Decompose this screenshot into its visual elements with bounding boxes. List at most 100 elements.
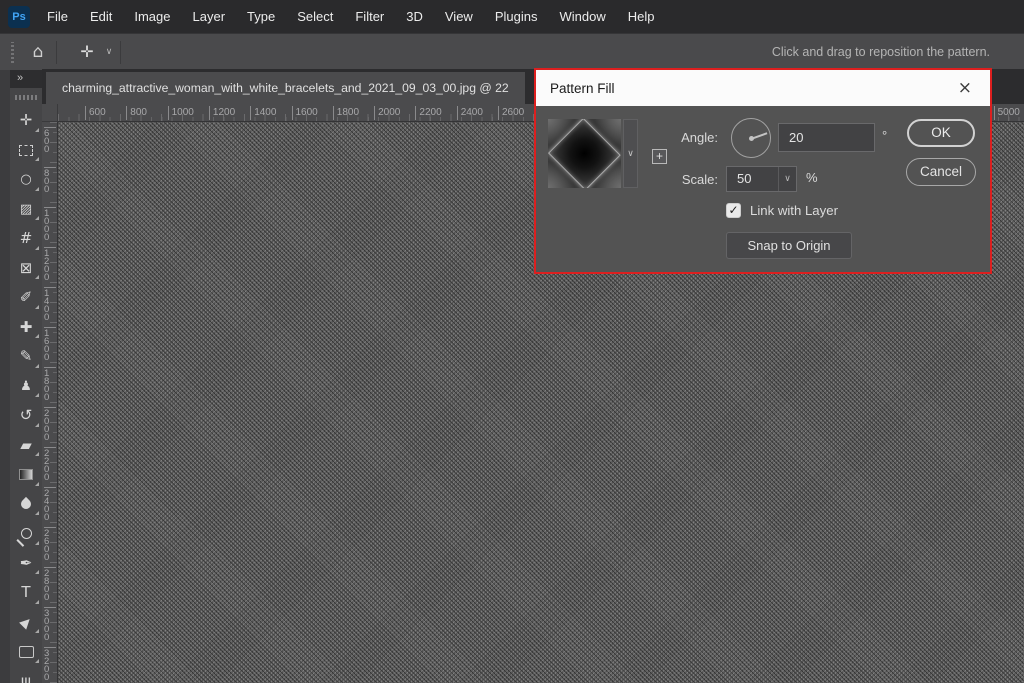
menu-item-file[interactable]: File <box>36 0 79 33</box>
menu-item-select[interactable]: Select <box>286 0 344 33</box>
spot-healing-brush-tool[interactable]: ✚ <box>10 313 42 343</box>
separator <box>56 41 57 64</box>
status-hint-text: Click and drag to reposition the pattern… <box>772 34 990 71</box>
path-selection-tool[interactable]: ▶ <box>10 608 42 638</box>
ruler-label: 1000 <box>168 106 194 120</box>
percent-unit: % <box>806 170 818 185</box>
menu-item-type[interactable]: Type <box>236 0 286 33</box>
tools-panel-header[interactable]: » <box>10 70 42 88</box>
clone-stamp-tool[interactable]: ♟ <box>10 372 42 402</box>
pattern-preview-diamond <box>548 119 620 188</box>
ruler-label: 3 2 0 0 <box>44 647 56 682</box>
ruler-label: 1600 <box>292 106 318 120</box>
history-brush-tool[interactable]: ↺ <box>10 401 42 431</box>
rectangle-tool-icon <box>19 646 34 658</box>
hand-tool[interactable]: ψ <box>10 667 42 683</box>
menu-items: FileEditImageLayerTypeSelectFilter3DView… <box>36 0 665 33</box>
home-icon[interactable]: ⌂ <box>26 34 50 70</box>
ruler-label: 2 4 0 0 <box>44 487 56 522</box>
link-with-layer-checkbox[interactable]: ✓ <box>726 203 741 218</box>
move-tool-icon[interactable]: ✛ <box>74 34 100 70</box>
ruler-label: 2 8 0 0 <box>44 567 56 602</box>
menu-item-layer[interactable]: Layer <box>182 0 237 33</box>
menu-item-3d[interactable]: 3D <box>395 0 434 33</box>
menu-item-edit[interactable]: Edit <box>79 0 123 33</box>
lasso-tool[interactable]: ○ <box>10 165 42 195</box>
type-tool-icon: T <box>21 585 30 600</box>
dialog-title-bar[interactable]: Pattern Fill × <box>536 70 990 106</box>
separator <box>120 41 121 64</box>
angle-dial-needle[interactable] <box>751 132 767 139</box>
degree-unit: ° <box>882 128 887 143</box>
scale-input[interactable]: 50 ∨ <box>726 166 797 192</box>
ruler-label: 1 4 0 0 <box>44 287 56 322</box>
new-pattern-button[interactable]: + <box>652 149 667 164</box>
close-icon[interactable]: × <box>954 78 976 99</box>
document-tab[interactable]: charming_attractive_woman_with_white_bra… <box>46 72 525 104</box>
ruler-label: 2 6 0 0 <box>44 527 56 562</box>
object-selection-tool-icon: ▨ <box>20 203 32 216</box>
photoshop-logo-icon: Ps <box>8 6 30 28</box>
hand-tool-icon: ψ <box>21 674 31 683</box>
ruler-label: 2400 <box>457 106 483 120</box>
move-tool[interactable]: ✛ <box>10 106 42 136</box>
object-selection-tool[interactable]: ▨ <box>10 195 42 225</box>
tool-preset-chevron-icon[interactable]: ∨ <box>101 34 117 70</box>
ruler-label: 2000 <box>374 106 400 120</box>
cancel-button[interactable]: Cancel <box>906 158 976 186</box>
menu-item-help[interactable]: Help <box>617 0 666 33</box>
rectangle-tool[interactable] <box>10 637 42 667</box>
tools-panel: ✛ ○ ▨ # ⊠ ✐ ✚ ✎♟ ↺ ▰ ✒ T ▶ ψ <box>10 88 42 683</box>
crop-tool[interactable]: # <box>10 224 42 254</box>
history-brush-tool-icon: ↺ <box>20 408 33 423</box>
eyedropper-tool[interactable]: ✐ <box>10 283 42 313</box>
blur-tool-icon <box>21 499 31 509</box>
pattern-picker-chevron-icon[interactable]: ∨ <box>623 119 638 188</box>
ruler-label: 800 <box>126 106 147 120</box>
ruler-label: 2600 <box>498 106 524 120</box>
options-grip-handle[interactable] <box>11 42 14 63</box>
ruler-label: 2 0 0 0 <box>44 407 56 442</box>
angle-input[interactable]: 20 <box>778 123 875 152</box>
type-tool[interactable]: T <box>10 578 42 608</box>
crop-tool-icon: # <box>20 231 33 246</box>
menu-item-image[interactable]: Image <box>123 0 181 33</box>
eraser-tool[interactable]: ▰ <box>10 431 42 461</box>
tools-grip-handle[interactable] <box>15 95 37 100</box>
move-tool-icon: ✛ <box>20 113 33 128</box>
vertical-ruler[interactable]: 6 0 08 0 01 0 0 01 2 0 01 4 0 01 6 0 01 … <box>42 122 58 683</box>
ruler-label: 1400 <box>250 106 276 120</box>
rectangular-marquee-tool-icon <box>19 145 33 156</box>
snap-to-origin-button[interactable]: Snap to Origin <box>726 232 852 259</box>
menu-item-plugins[interactable]: Plugins <box>484 0 549 33</box>
options-bar: ⌂ ✛ ∨ Click and drag to reposition the p… <box>0 33 1024 70</box>
pattern-thumbnail[interactable] <box>548 119 621 188</box>
pen-tool-icon: ✒ <box>20 556 33 571</box>
eyedropper-tool-icon: ✐ <box>20 290 33 305</box>
menu-item-view[interactable]: View <box>434 0 484 33</box>
menu-item-filter[interactable]: Filter <box>344 0 395 33</box>
dialog-body: ∨ + Angle: 20 ° Scale: 50 ∨ % ✓ Link wit… <box>536 106 990 272</box>
frame-tool[interactable]: ⊠ <box>10 254 42 284</box>
scale-chevron-icon[interactable]: ∨ <box>778 167 796 191</box>
blur-tool[interactable] <box>10 490 42 520</box>
brush-tool[interactable]: ✎ <box>10 342 42 372</box>
link-with-layer-label: Link with Layer <box>750 203 838 218</box>
panel-dock-edge <box>0 70 10 683</box>
angle-dial[interactable] <box>731 118 771 158</box>
dodge-tool[interactable] <box>10 519 42 549</box>
ruler-corner <box>42 104 58 122</box>
frame-tool-icon: ⊠ <box>20 261 33 276</box>
spot-healing-brush-tool-icon: ✚ <box>20 320 33 335</box>
menu-item-window[interactable]: Window <box>548 0 616 33</box>
ok-button[interactable]: OK <box>907 119 975 147</box>
dodge-tool-icon <box>21 528 32 539</box>
ruler-label: 1 2 0 0 <box>44 247 56 282</box>
dialog-title: Pattern Fill <box>550 81 954 96</box>
rectangular-marquee-tool[interactable] <box>10 136 42 166</box>
scale-value: 50 <box>737 171 751 186</box>
lasso-tool-icon: ○ <box>20 173 31 186</box>
double-chevron-icon[interactable]: » <box>17 72 22 84</box>
pen-tool[interactable]: ✒ <box>10 549 42 579</box>
gradient-tool[interactable] <box>10 460 42 490</box>
